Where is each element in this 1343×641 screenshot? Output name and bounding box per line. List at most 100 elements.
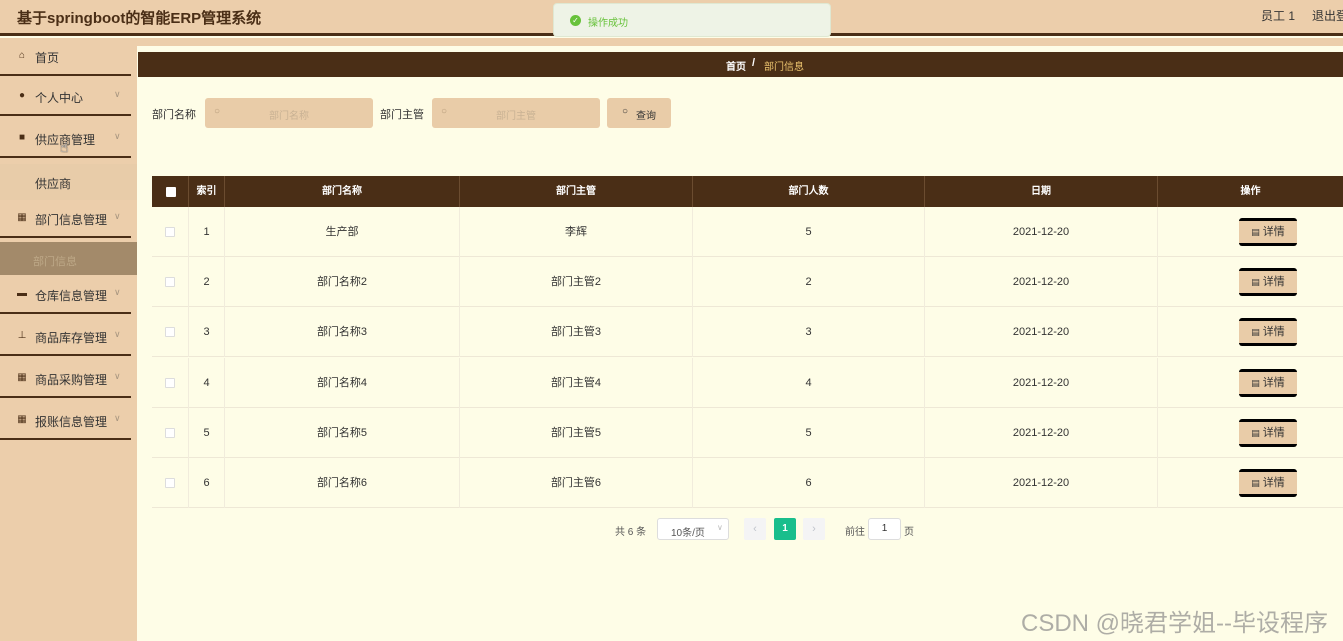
document-icon: ▤ — [1251, 427, 1260, 438]
cell-count: 5 — [693, 407, 925, 458]
chevron-down-icon: ∨ — [717, 523, 723, 532]
success-toast: ✓ 操作成功 — [553, 3, 831, 37]
row-checkbox[interactable] — [165, 277, 175, 288]
row-select-cell — [152, 458, 189, 508]
sidebar-subitem-label: 供应商 — [35, 177, 72, 191]
chevron-down-icon: ∨ — [114, 287, 121, 297]
chevron-down-icon: ∨ — [114, 413, 121, 423]
detail-button[interactable]: ▤ 详情 — [1239, 469, 1297, 497]
header-dept-manager[interactable]: 部门主管 — [460, 176, 693, 207]
detail-button[interactable]: ▤ 详情 — [1239, 268, 1297, 297]
sidebar-item-inventory[interactable]: ⊥ 商品库存管理 ∨ — [0, 318, 131, 356]
breadcrumb-home[interactable]: 首页 — [726, 58, 746, 73]
dept-name-input[interactable]: ○ 部门名称 — [205, 98, 373, 128]
watermark: CSDN @晓君学姐--毕设程序 — [1021, 610, 1329, 637]
pagination: 共 6 条 10条/页 ∨ ‹ 1 › 前往 1 页 — [137, 518, 1343, 540]
user-icon: ● — [18, 90, 26, 101]
detail-button[interactable]: ▤ 详情 — [1239, 418, 1297, 447]
detail-button[interactable]: ▤ 详情 — [1239, 218, 1297, 246]
next-page-button[interactable]: › — [803, 518, 825, 540]
breadcrumb-current: 部门信息 — [764, 62, 804, 73]
box-icon: ▬ — [17, 288, 27, 299]
detail-button-label: 详情 — [1262, 326, 1285, 339]
top-band — [137, 38, 1343, 46]
table-row: 1 生产部 李辉 5 2021-12-20 ▤ 详情 — [152, 207, 1343, 257]
cell-name: 部门名称4 — [225, 357, 460, 408]
sidebar-item-warehouse[interactable]: ▬ 仓库信息管理 ∨ — [0, 276, 131, 314]
stamp-icon: ⊥ — [17, 330, 27, 341]
cell-manager: 部门主管6 — [460, 458, 693, 508]
table-header: 索引 部门名称 部门主管 部门人数 日期 操作 — [152, 176, 1343, 207]
row-checkbox[interactable] — [165, 377, 175, 388]
row-select-cell — [152, 357, 189, 408]
page-number-current[interactable]: 1 — [774, 518, 796, 540]
header-date[interactable]: 日期 — [925, 176, 1158, 207]
search-icon: ○ — [622, 106, 629, 117]
row-checkbox[interactable] — [165, 427, 175, 438]
sidebar-item-profile[interactable]: ● 个人中心 ∨ — [0, 78, 131, 116]
cell-index: 5 — [189, 407, 225, 458]
goto-label: 前往 — [845, 527, 865, 538]
sidebar-item-department[interactable]: ▦ 部门信息管理 ∨ — [0, 200, 131, 238]
page-size-select[interactable]: 10条/页 ∨ — [657, 518, 729, 540]
logout-link[interactable]: 退出登录 — [1312, 7, 1343, 24]
sidebar-subitem-supplier[interactable]: 供应商 — [0, 164, 137, 200]
chevron-down-icon: ∨ — [114, 131, 121, 141]
row-checkbox[interactable] — [165, 327, 175, 338]
row-checkbox[interactable] — [165, 227, 175, 237]
sidebar-item-label: 报账信息管理 — [35, 415, 108, 429]
cell-index: 2 — [189, 257, 225, 308]
cell-index: 6 — [189, 458, 225, 508]
prev-page-button[interactable]: ‹ — [744, 518, 766, 540]
table-row: 5 部门名称5 部门主管5 5 2021-12-20 ▤ 详情 — [152, 407, 1343, 458]
row-checkbox[interactable] — [165, 478, 175, 488]
sidebar-item-label: 部门信息管理 — [35, 213, 108, 227]
sidebar-subitem-label: 部门信息 — [33, 256, 77, 268]
dept-manager-placeholder: 部门主管 — [496, 111, 536, 122]
cell-count: 4 — [693, 357, 925, 408]
sidebar-item-expense[interactable]: ▦ 报账信息管理 ∨ — [0, 402, 131, 440]
home-icon: ⌂ — [18, 50, 26, 61]
sidebar-subitem-department[interactable]: 部门信息 — [0, 242, 137, 275]
breadcrumb-separator: / — [752, 57, 756, 69]
row-select-cell — [152, 207, 189, 257]
dept-manager-input[interactable]: ○ 部门主管 — [432, 98, 600, 128]
detail-button-label: 详情 — [1262, 276, 1285, 289]
user-name[interactable]: 员工 1 — [1261, 7, 1295, 24]
document-icon: ▤ — [1251, 227, 1260, 237]
grid-icon: ▦ — [17, 414, 27, 425]
grid-icon: ▦ — [17, 372, 27, 383]
table-row: 3 部门名称3 部门主管3 3 2021-12-20 ▤ 详情 — [152, 307, 1343, 358]
detail-button-label: 详情 — [1262, 376, 1285, 389]
sidebar-item-label: 个人中心 — [35, 91, 84, 105]
cell-date: 2021-12-20 — [925, 458, 1158, 508]
detail-button[interactable]: ▤ 详情 — [1239, 368, 1297, 397]
query-button-label: 查询 — [636, 111, 656, 122]
cell-date: 2021-12-20 — [925, 257, 1158, 308]
header-dept-name[interactable]: 部门名称 — [225, 176, 460, 207]
cell-manager: 部门主管2 — [460, 257, 693, 308]
row-select-cell — [152, 257, 189, 308]
document-icon: ▤ — [1251, 277, 1260, 288]
row-select-cell — [152, 407, 189, 458]
detail-button-label: 详情 — [1262, 477, 1285, 489]
query-button[interactable]: ○ 查询 — [607, 98, 671, 128]
table-row: 2 部门名称2 部门主管2 2 2021-12-20 ▤ 详情 — [152, 257, 1343, 308]
cell-date: 2021-12-20 — [925, 207, 1158, 257]
chevron-down-icon: ∨ — [114, 329, 121, 339]
detail-button[interactable]: ▤ 详情 — [1239, 318, 1297, 347]
cell-name: 部门名称5 — [225, 407, 460, 458]
sidebar-item-purchase[interactable]: ▦ 商品采购管理 ∨ — [0, 360, 131, 398]
cell-date: 2021-12-20 — [925, 407, 1158, 458]
cell-name: 部门名称3 — [225, 307, 460, 358]
select-all-checkbox[interactable] — [166, 187, 176, 197]
cell-name: 生产部 — [225, 207, 460, 257]
cell-manager: 李辉 — [460, 207, 693, 257]
header-dept-count[interactable]: 部门人数 — [693, 176, 925, 207]
sidebar-item-home[interactable]: ⌂ 首页 — [0, 38, 131, 76]
dept-name-label: 部门名称 — [152, 109, 196, 121]
goto-page-input[interactable]: 1 — [868, 518, 901, 540]
detail-button-label: 详情 — [1262, 426, 1285, 439]
app-title: 基于springboot的智能ERP管理系统 — [17, 10, 262, 27]
cell-count: 5 — [693, 207, 925, 257]
